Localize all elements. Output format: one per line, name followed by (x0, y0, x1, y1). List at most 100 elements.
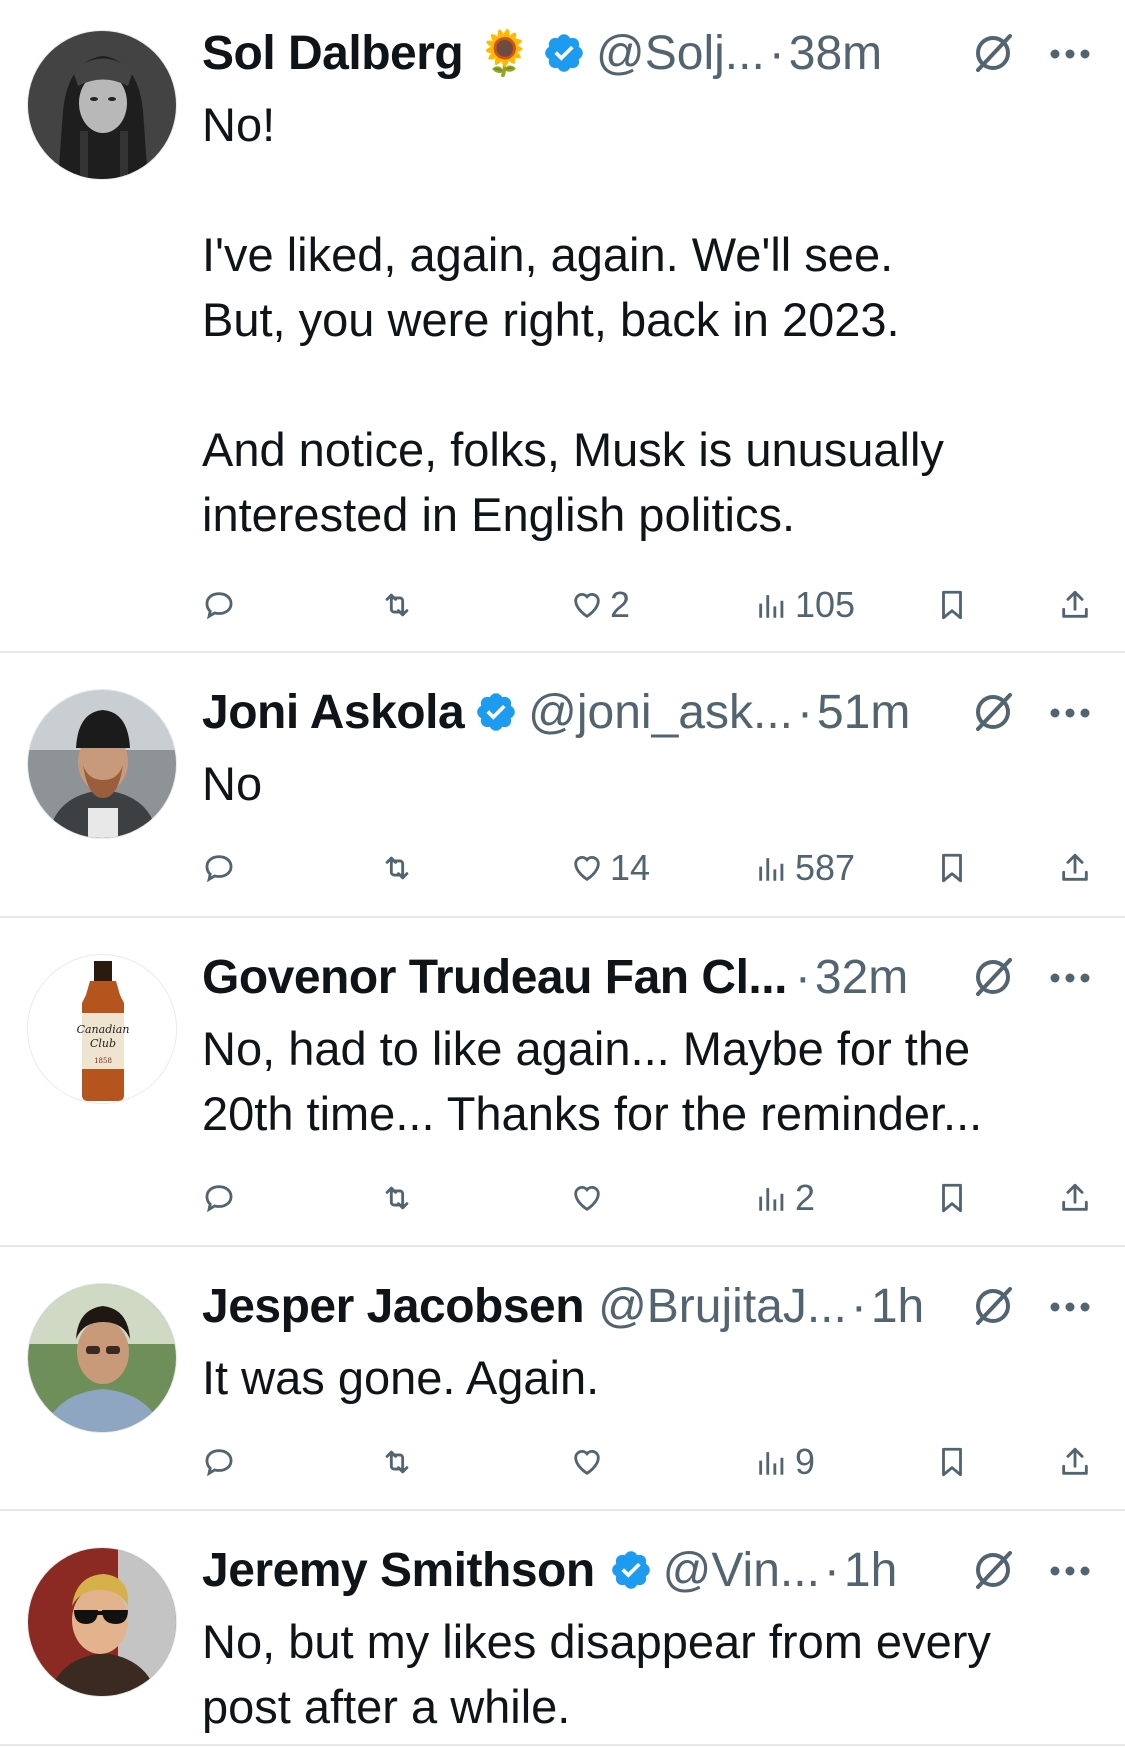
tweet-header: Jesper Jacobsen @BrujitaJ... · 1h (202, 1275, 924, 1337)
divider (0, 651, 1125, 653)
timestamp[interactable]: 1h (844, 1543, 897, 1598)
reply-icon (205, 1449, 233, 1477)
action-bar: 14 587 (0, 843, 1125, 893)
bookmark-icon (942, 1447, 962, 1477)
repost-button[interactable] (380, 1437, 414, 1487)
share-button[interactable] (1058, 580, 1092, 630)
like-button[interactable] (570, 1173, 610, 1223)
avatar[interactable] (27, 689, 177, 839)
tweet-header: Govenor Trudeau Fan Cl... · 32m (202, 946, 908, 1008)
more-options-icon[interactable] (1047, 1561, 1093, 1581)
repost-button[interactable] (380, 843, 414, 893)
more-options-icon[interactable] (1047, 968, 1093, 988)
reply-icon (205, 592, 233, 620)
like-count: 2 (610, 584, 631, 625)
reply-icon (205, 1185, 233, 1213)
bookmark-icon (942, 590, 962, 620)
views-button[interactable]: 587 (755, 843, 855, 893)
view-count: 2 (795, 1177, 816, 1218)
more-options-icon[interactable] (1047, 1297, 1093, 1317)
grok-icon[interactable] (970, 1283, 1016, 1329)
repost-icon (385, 856, 409, 880)
user-handle[interactable]: @Vin... (663, 1543, 820, 1598)
timestamp[interactable]: 51m (817, 685, 910, 740)
separator-dot: · (850, 1279, 867, 1333)
avatar[interactable]: Canadian Club 1858 (27, 954, 177, 1104)
display-name[interactable]: Sol Dalberg (202, 26, 464, 81)
view-count: 9 (795, 1441, 816, 1482)
action-bar: 2 (0, 1173, 1125, 1223)
reply-icon (205, 855, 233, 883)
bookmark-button[interactable] (935, 843, 969, 893)
like-button[interactable]: 2 (570, 580, 630, 630)
views-icon (759, 595, 784, 618)
share-button[interactable] (1058, 843, 1092, 893)
bookmark-button[interactable] (935, 1173, 969, 1223)
timestamp[interactable]: 38m (789, 26, 882, 81)
reply-button[interactable] (202, 580, 236, 630)
separator-dot: · (823, 1543, 840, 1597)
more-options-icon[interactable] (1047, 44, 1093, 64)
reply-button[interactable] (202, 843, 236, 893)
grok-icon[interactable] (970, 689, 1016, 735)
views-button[interactable]: 105 (755, 580, 855, 630)
heart-icon (574, 856, 600, 882)
avatar[interactable] (27, 1547, 177, 1697)
user-handle[interactable]: @Solj... (596, 26, 765, 81)
user-handle[interactable]: @BrujitaJ... (598, 1279, 847, 1334)
views-button[interactable]: 9 (755, 1437, 815, 1487)
share-icon (1062, 1447, 1088, 1475)
reply-button[interactable] (202, 1437, 236, 1487)
grok-icon[interactable] (970, 30, 1016, 76)
views-icon (759, 1452, 784, 1475)
bookmark-icon (942, 1183, 962, 1213)
heart-icon (574, 593, 600, 619)
display-name[interactable]: Jesper Jacobsen (202, 1279, 585, 1334)
repost-button[interactable] (380, 1173, 414, 1223)
repost-button[interactable] (380, 580, 414, 630)
bookmark-icon (942, 853, 962, 883)
bookmark-button[interactable] (935, 580, 969, 630)
repost-icon (385, 1186, 409, 1210)
verified-badge-icon (609, 1548, 653, 1592)
share-icon (1062, 853, 1088, 881)
repost-icon (385, 1450, 409, 1474)
share-button[interactable] (1058, 1437, 1092, 1487)
grok-icon[interactable] (970, 954, 1016, 1000)
display-name[interactable]: Jeremy Smithson (202, 1543, 595, 1598)
views-icon (759, 1188, 784, 1211)
tweet-header: Jeremy Smithson @Vin... · 1h (202, 1539, 897, 1601)
avatar[interactable] (27, 1283, 177, 1433)
bottle-label-year: 1858 (94, 1057, 112, 1065)
divider (0, 1744, 1125, 1746)
like-button[interactable]: 14 (570, 843, 650, 893)
display-name[interactable]: Joni Askola (202, 685, 465, 740)
verified-badge-icon (542, 31, 586, 75)
grok-icon[interactable] (970, 1547, 1016, 1593)
separator-dot: · (796, 685, 813, 739)
views-button[interactable]: 2 (755, 1173, 815, 1223)
separator-dot: · (794, 950, 811, 1004)
tweet-text: No (202, 757, 263, 810)
bottle-label-club: Club (90, 1037, 116, 1050)
share-button[interactable] (1058, 1173, 1092, 1223)
views-icon (759, 858, 784, 881)
tweet-text: No, but my likes disappear from every po… (202, 1615, 991, 1733)
timestamp[interactable]: 32m (815, 950, 908, 1005)
heart-icon (574, 1186, 600, 1212)
divider (0, 1509, 1125, 1511)
tweet-text: It was gone. Again. (202, 1351, 600, 1404)
timestamp[interactable]: 1h (871, 1279, 924, 1334)
display-name[interactable]: Govenor Trudeau Fan Cl... (202, 950, 787, 1005)
like-count: 14 (610, 847, 651, 888)
reply-button[interactable] (202, 1173, 236, 1223)
user-handle[interactable]: @joni_ask... (528, 685, 793, 740)
action-bar: 2 105 (0, 580, 1125, 630)
verified-badge-icon (474, 690, 518, 734)
more-options-icon[interactable] (1047, 703, 1093, 723)
repost-icon (385, 593, 409, 617)
tweet-text: No, had to like again... Maybe for the 2… (202, 1022, 983, 1140)
like-button[interactable] (570, 1437, 610, 1487)
avatar[interactable] (27, 30, 177, 180)
bookmark-button[interactable] (935, 1437, 969, 1487)
